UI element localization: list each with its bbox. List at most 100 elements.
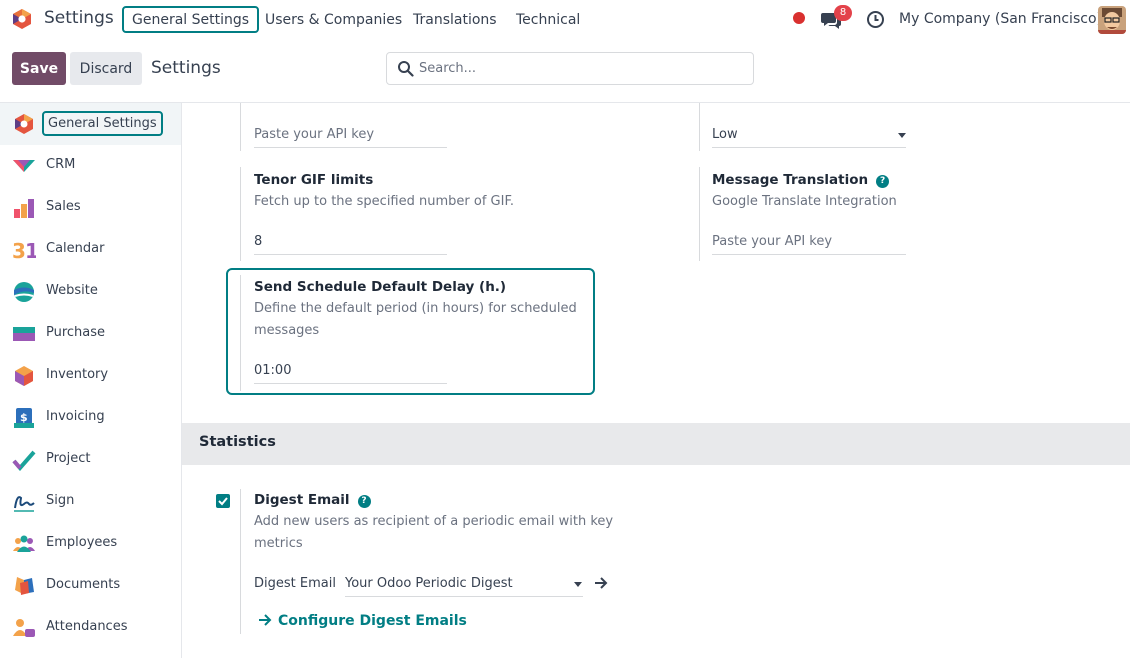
tenor-gif-title: Tenor GIF limits xyxy=(254,172,374,188)
save-button[interactable]: Save xyxy=(12,52,66,85)
configure-digest-link-text: Configure Digest Emails xyxy=(278,613,467,629)
sidebar-item-label: CRM xyxy=(46,157,76,172)
sales-icon xyxy=(14,199,34,218)
tenor-gif-limit-input[interactable]: 8 xyxy=(254,234,262,249)
svg-text:3: 3 xyxy=(12,239,26,261)
digest-email-checkbox[interactable] xyxy=(216,494,230,508)
configure-digest-link[interactable]: Configure Digest Emails xyxy=(258,613,467,629)
employees-icon xyxy=(13,535,35,552)
setting-divider xyxy=(699,103,700,151)
digest-email-title-text: Digest Email xyxy=(254,492,350,508)
user-avatar[interactable] xyxy=(1098,6,1126,34)
sidebar-item-sales[interactable]: Sales xyxy=(0,187,181,229)
schedule-delay-input[interactable]: 01:00 xyxy=(254,363,291,378)
schedule-delay-description: Define the default period (in hours) for… xyxy=(254,301,577,316)
sidebar-item-label: General Settings xyxy=(42,111,163,136)
field-underline xyxy=(254,383,447,384)
discard-button[interactable]: Discard xyxy=(70,52,142,85)
svg-text:$: $ xyxy=(20,411,28,424)
crm-icon xyxy=(13,160,35,172)
purchase-icon xyxy=(13,327,35,341)
translation-title-text: Message Translation xyxy=(712,172,869,188)
menu-users-companies[interactable]: Users & Companies xyxy=(255,6,412,33)
menu-technical[interactable]: Technical xyxy=(506,6,590,33)
digest-email-field-label: Digest Email xyxy=(254,576,336,591)
status-dot-icon[interactable] xyxy=(793,12,805,24)
setting-divider xyxy=(240,167,241,261)
attendances-icon xyxy=(13,619,35,637)
sidebar-item-employees[interactable]: Employees xyxy=(0,523,181,565)
setting-divider xyxy=(699,167,700,261)
translation-title: Message Translation? xyxy=(712,172,890,188)
schedule-delay-title: Send Schedule Default Delay (h.) xyxy=(254,279,507,295)
arrow-right-icon xyxy=(259,614,272,626)
documents-icon xyxy=(15,577,34,595)
content-filter-select[interactable]: Low xyxy=(712,127,738,142)
company-switcher[interactable]: My Company (San Francisco) xyxy=(899,11,1102,27)
settings-icon xyxy=(15,114,33,134)
digest-email-description-cont: metrics xyxy=(254,536,303,551)
setting-divider xyxy=(240,103,241,151)
menu-general-settings[interactable]: General Settings xyxy=(122,6,260,33)
sidebar-item-label: Documents xyxy=(46,577,121,592)
tenor-api-key-input[interactable]: Paste your API key xyxy=(254,127,374,142)
svg-text:1: 1 xyxy=(25,239,36,261)
setting-divider xyxy=(240,489,241,634)
field-underline xyxy=(254,254,447,255)
settings-app-icon[interactable] xyxy=(11,8,33,30)
search-input[interactable] xyxy=(419,57,739,80)
clock-icon[interactable] xyxy=(866,10,885,29)
calendar-icon: 3 1 xyxy=(12,239,36,261)
project-icon xyxy=(12,450,36,471)
translation-description: Google Translate Integration xyxy=(712,194,897,209)
sidebar-item-calendar[interactable]: 3 1 Calendar xyxy=(0,229,181,271)
sidebar-item-invoicing[interactable]: $ Invoicing xyxy=(0,397,181,439)
inventory-icon xyxy=(15,366,33,386)
digest-email-select[interactable]: Your Odoo Periodic Digest xyxy=(345,576,513,591)
sidebar-item-sign[interactable]: Sign xyxy=(0,481,181,523)
notification-badge: 8 xyxy=(834,5,852,21)
sidebar-item-label: Attendances xyxy=(46,619,128,634)
field-underline xyxy=(712,254,906,255)
digest-email-description: Add new users as recipient of a periodic… xyxy=(254,514,614,529)
sidebar-item-label: Purchase xyxy=(46,325,106,340)
sidebar-item-attendances[interactable]: Attendances xyxy=(0,607,181,649)
sidebar-item-general-settings[interactable]: General Settings xyxy=(0,103,181,145)
help-icon[interactable]: ? xyxy=(876,175,890,188)
arrow-right-icon[interactable] xyxy=(594,577,608,589)
sign-icon xyxy=(14,496,35,512)
help-icon[interactable]: ? xyxy=(357,495,371,508)
sidebar-item-label: Website xyxy=(46,283,98,298)
sidebar-item-website[interactable]: Website xyxy=(0,271,181,313)
field-underline xyxy=(345,596,583,597)
menu-translations[interactable]: Translations xyxy=(403,6,507,33)
sidebar-item-crm[interactable]: CRM xyxy=(0,145,181,187)
tenor-gif-description: Fetch up to the specified number of GIF. xyxy=(254,194,514,209)
chevron-down-icon[interactable] xyxy=(898,133,906,138)
field-underline xyxy=(254,147,447,148)
sidebar-item-inventory[interactable]: Inventory xyxy=(0,355,181,397)
chevron-down-icon[interactable] xyxy=(574,582,582,587)
sidebar-item-label: Calendar xyxy=(46,241,105,256)
invoicing-icon: $ xyxy=(14,408,34,428)
sidebar-item-label: Invoicing xyxy=(46,409,105,424)
translation-api-key-input[interactable]: Paste your API key xyxy=(712,234,832,249)
check-icon xyxy=(218,497,228,506)
sidebar-item-label: Inventory xyxy=(46,367,109,382)
settings-sidebar: General Settings CRM Sales 3 1 Calendar … xyxy=(0,103,182,658)
sidebar-item-label: Employees xyxy=(46,535,118,550)
search-icon xyxy=(398,61,414,77)
sidebar-item-purchase[interactable]: Purchase xyxy=(0,313,181,355)
app-name[interactable]: Settings xyxy=(44,8,114,28)
sidebar-item-documents[interactable]: Documents xyxy=(0,565,181,607)
sidebar-item-project[interactable]: Project xyxy=(0,439,181,481)
schedule-delay-description-cont: messages xyxy=(254,323,320,338)
sidebar-item-label: Sign xyxy=(46,493,75,508)
search-box[interactable] xyxy=(386,52,754,85)
digest-email-title: Digest Email? xyxy=(254,492,371,508)
settings-content: Paste your API key Low Tenor GIF limits … xyxy=(182,103,1130,658)
sidebar-item-label: Project xyxy=(46,451,91,466)
section-title: Statistics xyxy=(199,434,276,450)
statistics-section-header: Statistics xyxy=(182,423,1130,465)
sidebar-item-label: Sales xyxy=(46,199,81,214)
